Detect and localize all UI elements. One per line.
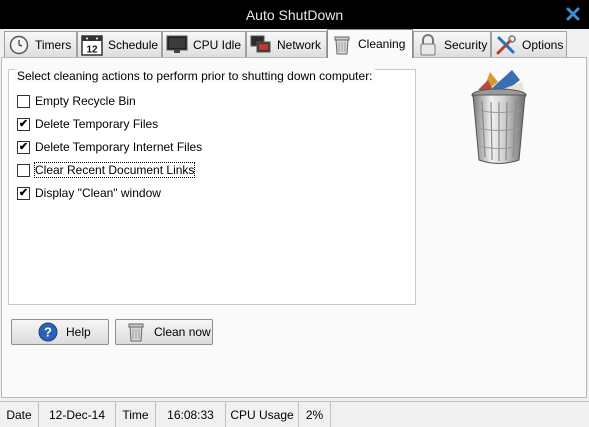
status-date-label: Date	[0, 402, 39, 427]
checkbox[interactable]: ✔	[17, 186, 30, 200]
tab-label: Security	[444, 37, 488, 52]
group-label: Select cleaning actions to perform prior…	[15, 69, 375, 83]
option-display-clean-window[interactable]: ✔ Display "Clean" window	[17, 185, 161, 201]
tab-options[interactable]: Options	[491, 31, 567, 57]
question-icon: ?	[38, 322, 58, 342]
tab-label: Network	[277, 37, 322, 52]
status-time-label: Time	[116, 402, 156, 427]
full-trash-bin-icon	[468, 68, 530, 168]
network-icon	[250, 34, 272, 56]
clean-now-button[interactable]: Clean now	[115, 319, 213, 345]
tab-label: Cleaning	[358, 37, 406, 51]
status-date-value: 12-Dec-14	[39, 402, 116, 427]
option-delete-temporary-internet-files[interactable]: ✔ Delete Temporary Internet Files	[17, 139, 202, 155]
option-clear-recent-document-links[interactable]: Clear Recent Document Links	[17, 162, 196, 178]
option-label: Delete Temporary Internet Files	[35, 140, 203, 154]
title-bar[interactable]: Auto ShutDown	[0, 0, 589, 29]
padlock-icon	[417, 33, 439, 56]
tools-icon	[495, 34, 517, 56]
tab-strip: Timers 12 Schedule CPU Idle Network Clea…	[0, 29, 589, 58]
tab-label: CPU Idle	[193, 37, 242, 52]
close-button[interactable]	[563, 4, 583, 24]
help-label: Help	[66, 325, 91, 339]
close-x-icon	[566, 7, 580, 21]
calendar-icon: 12	[81, 34, 103, 56]
status-cpu-value: 2%	[299, 402, 331, 427]
tab-label: Timers	[35, 37, 72, 52]
tab-network[interactable]: Network	[246, 31, 327, 57]
option-label: Display "Clean" window	[35, 186, 161, 200]
cleaning-panel: Select cleaning actions to perform prior…	[1, 57, 587, 398]
window-title: Auto ShutDown	[245, 6, 344, 23]
checkbox[interactable]: ✔	[17, 117, 30, 131]
tab-schedule[interactable]: 12 Schedule	[77, 31, 162, 57]
calendar-day-text: 12	[86, 44, 98, 55]
status-time-value: 16:08:33	[156, 402, 226, 427]
clean-now-label: Clean now	[154, 325, 211, 339]
status-bar: Date 12-Dec-14 Time 16:08:33 CPU Usage 2…	[0, 401, 589, 427]
option-label: Empty Recycle Bin	[35, 94, 136, 108]
checkbox[interactable]	[17, 94, 30, 108]
status-cpu-label: CPU Usage	[226, 402, 299, 427]
monitor-icon	[166, 34, 188, 56]
svg-text:?: ?	[44, 325, 52, 340]
checkbox[interactable]: ✔	[17, 140, 30, 154]
trash-icon	[331, 33, 353, 55]
app-window: Auto ShutDown Timers 12 Schedule CPU Idl…	[0, 0, 589, 427]
help-button[interactable]: ? Help	[11, 319, 109, 345]
option-empty-recycle-bin[interactable]: Empty Recycle Bin	[17, 93, 136, 109]
trash-icon	[126, 322, 146, 342]
checkbox[interactable]	[17, 163, 30, 177]
tab-timers[interactable]: Timers	[4, 31, 77, 57]
option-delete-temporary-files[interactable]: ✔ Delete Temporary Files	[17, 116, 158, 132]
tab-label: Options	[522, 37, 564, 52]
tab-cpu-idle[interactable]: CPU Idle	[162, 31, 246, 57]
option-label: Clear Recent Document Links	[33, 162, 196, 178]
tab-label: Schedule	[108, 37, 159, 52]
clock-icon	[8, 34, 30, 56]
tab-security[interactable]: Security	[413, 31, 491, 57]
option-label: Delete Temporary Files	[35, 117, 159, 131]
tab-cleaning[interactable]: Cleaning	[327, 29, 413, 58]
cleaning-actions-group: Select cleaning actions to perform prior…	[8, 69, 416, 305]
